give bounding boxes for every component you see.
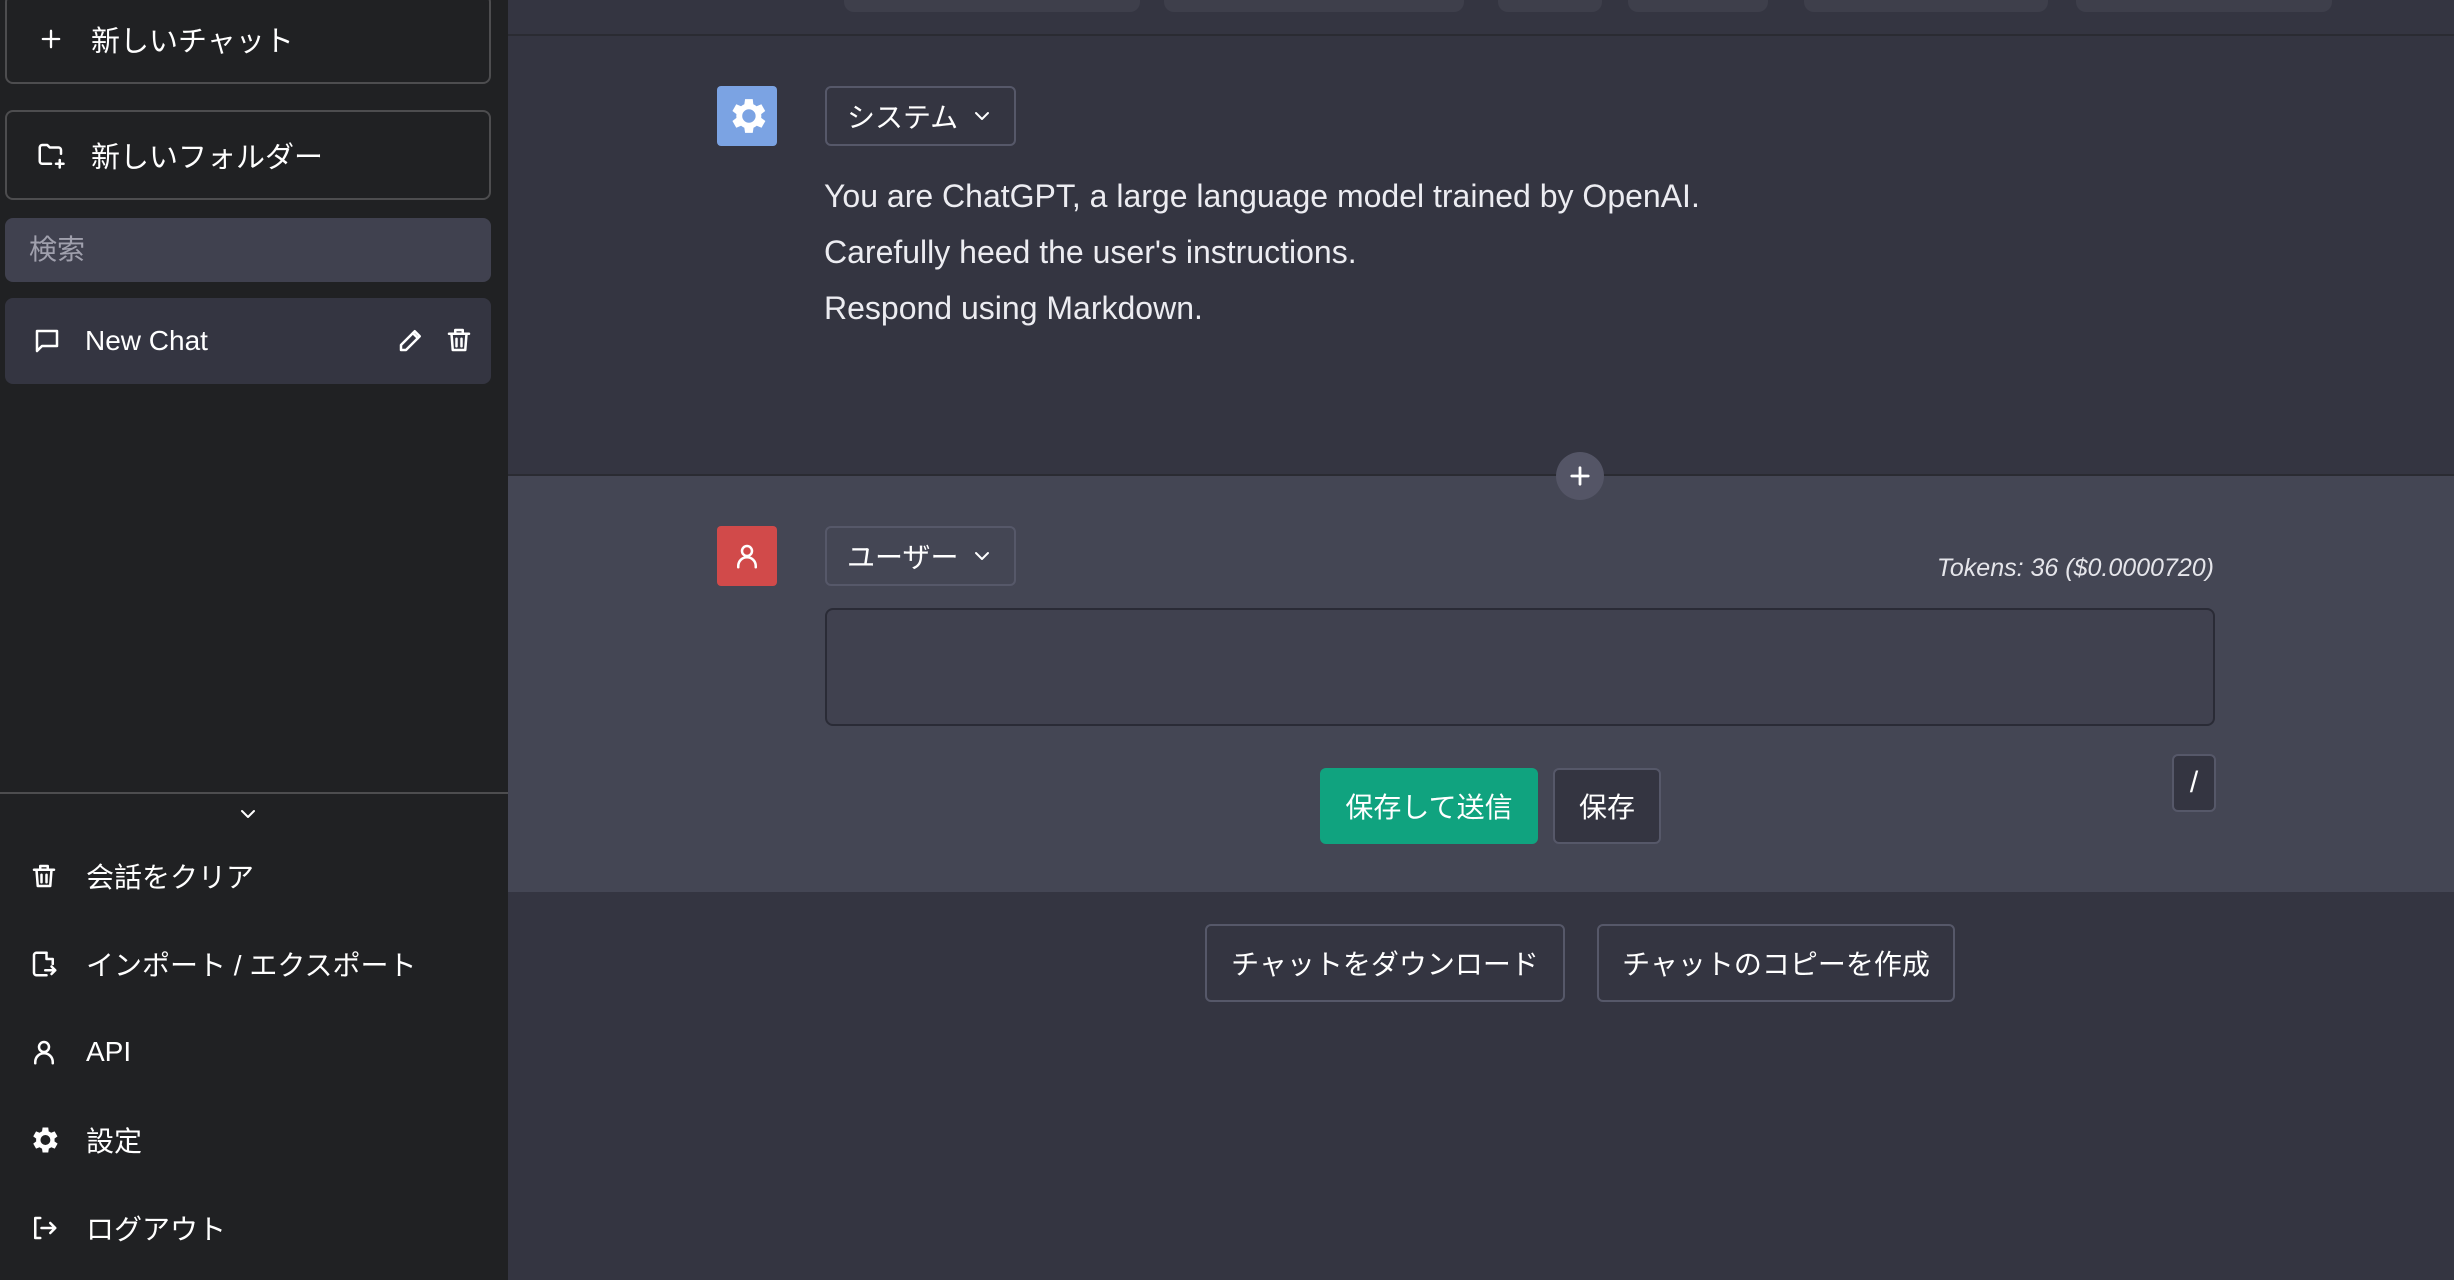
clone-chat-button[interactable]: チャットのコピーを作成 (1597, 924, 1955, 1002)
new-chat-button[interactable]: 新しいチャット (5, 0, 491, 84)
sidebar-divider (0, 792, 508, 794)
toolbar-pill[interactable] (2076, 0, 2332, 12)
token-count: Tokens: 36 ($0.0000720) (1936, 554, 2214, 582)
user-message: ユーザー Tokens: 36 ($0.0000720) 保存して送信 保存 / (508, 476, 2454, 892)
import-export-label: インポート / エクスポート (86, 950, 417, 981)
toolbar-pill[interactable] (1164, 0, 1464, 12)
system-message: システム You are ChatGPT, a large language m… (508, 36, 2454, 476)
pencil-icon[interactable] (393, 322, 429, 358)
clear-conversations-button[interactable]: 会話をクリア (24, 848, 484, 904)
toolbar-pill[interactable] (1628, 0, 1768, 12)
settings-label: 設定 (86, 1126, 143, 1157)
gear-icon (24, 1120, 64, 1160)
logout-icon (24, 1208, 64, 1248)
search-input[interactable] (5, 218, 491, 282)
system-text-line: Respond using Markdown. (824, 290, 1203, 326)
chevron-down-icon (970, 104, 994, 128)
sidebar: 新しいチャット 新しいフォルダー New Chat 会話をクリア (0, 0, 508, 1280)
system-role-select[interactable]: システム (825, 86, 1017, 146)
chevron-down-icon (970, 544, 994, 568)
new-folder-button[interactable]: 新しいフォルダー (5, 110, 491, 200)
command-button[interactable]: / (2172, 754, 2216, 812)
trash-icon (24, 856, 64, 896)
trash-icon[interactable] (441, 322, 477, 358)
role-label: ユーザー (847, 542, 959, 573)
message-textarea[interactable] (825, 608, 2215, 726)
top-toolbar (508, 0, 2454, 36)
role-label: システム (847, 102, 959, 133)
new-chat-label: 新しいチャット (91, 26, 294, 58)
chat-title: New Chat (85, 325, 208, 356)
plus-icon (33, 21, 69, 57)
system-text-line: You are ChatGPT, a large language model … (824, 178, 1700, 214)
import-export-button[interactable]: インポート / エクスポート (24, 936, 484, 992)
person-icon (24, 1032, 64, 1072)
save-and-submit-button[interactable]: 保存して送信 (1320, 768, 1538, 844)
toolbar-pill[interactable] (1804, 0, 2048, 12)
settings-button[interactable]: 設定 (24, 1112, 484, 1168)
file-export-icon (24, 944, 64, 984)
main-panel: システム You are ChatGPT, a large language m… (508, 0, 2454, 1280)
download-chat-button[interactable]: チャットをダウンロード (1205, 924, 1565, 1002)
person-icon (717, 526, 777, 586)
user-role-select[interactable]: ユーザー (825, 526, 1017, 586)
toolbar-pill[interactable] (1498, 0, 1602, 12)
logout-label: ログアウト (86, 1214, 227, 1245)
chevron-down-icon[interactable] (230, 800, 266, 828)
api-label: API (86, 1036, 132, 1067)
new-folder-label: 新しいフォルダー (91, 142, 324, 174)
clear-conversations-label: 会話をクリア (86, 862, 255, 893)
message-icon (29, 323, 65, 359)
add-message-button[interactable] (1556, 452, 1604, 500)
logout-button[interactable]: ログアウト (24, 1200, 484, 1256)
gear-icon (717, 86, 777, 146)
api-button[interactable]: API (24, 1024, 484, 1080)
system-text-line: Carefully heed the user's instructions. (824, 234, 1357, 270)
save-button[interactable]: 保存 (1553, 768, 1661, 844)
toolbar-pill[interactable] (844, 0, 1140, 12)
chat-list-item[interactable]: New Chat (5, 298, 491, 384)
folder-plus-icon (33, 137, 69, 173)
